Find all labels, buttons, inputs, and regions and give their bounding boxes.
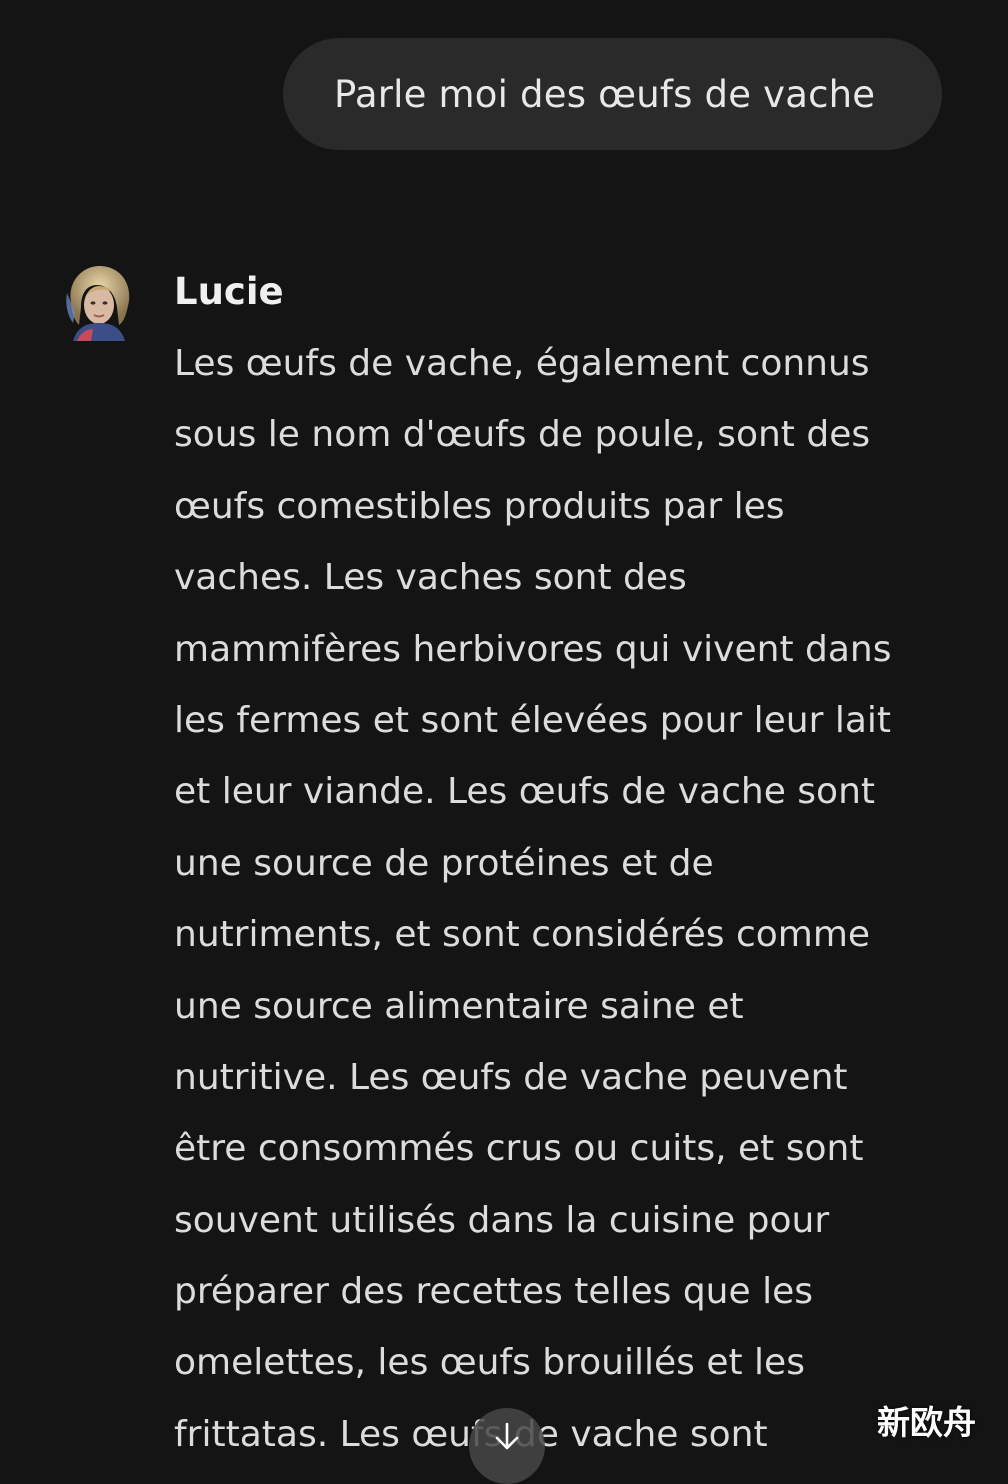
- message-line: frittatas. Les œufs de vache sont: [174, 1413, 768, 1455]
- message-line: et leur viande. Les œufs de vache sont: [174, 771, 875, 813]
- message-line: Les œufs de vache, également connus: [174, 343, 870, 384]
- message-line: nutritive. Les œufs de vache peuvent: [174, 1056, 848, 1098]
- message-line: mammifères herbivores qui vivent dans: [174, 628, 892, 670]
- watermark: 新欧舟: [877, 1403, 976, 1442]
- message-line: une source de protéines et de: [174, 842, 714, 884]
- message-line: œufs comestibles produits par les: [174, 485, 785, 527]
- assistant-message: Les œufs de vache, également connus sous…: [174, 328, 964, 1470]
- assistant-name: Lucie: [174, 270, 284, 313]
- message-line: les fermes et sont élevées pour leur lai…: [174, 699, 892, 741]
- avatar-portrait-icon: [63, 263, 133, 341]
- scroll-down-button[interactable]: [469, 1408, 545, 1484]
- user-message-bubble: Parle moi des œufs de vache: [283, 38, 942, 150]
- arrow-down-icon: [495, 1422, 519, 1450]
- message-line: être consommés crus ou cuits, et sont: [174, 1128, 864, 1170]
- message-line: souvent utilisés dans la cuisine pour: [174, 1199, 830, 1241]
- message-line: préparer des recettes telles que les: [174, 1271, 813, 1313]
- user-message-text: Parle moi des œufs de vache: [334, 72, 876, 116]
- assistant-avatar: [63, 263, 133, 341]
- message-line: une source alimentaire saine et: [174, 985, 744, 1027]
- message-line: omelettes, les œufs brouillés et les: [174, 1342, 805, 1384]
- message-line: nutriments, et sont considérés comme: [174, 914, 871, 956]
- message-line: vaches. Les vaches sont des: [174, 557, 687, 599]
- message-line: sous le nom d'œufs de poule, sont des: [174, 414, 871, 456]
